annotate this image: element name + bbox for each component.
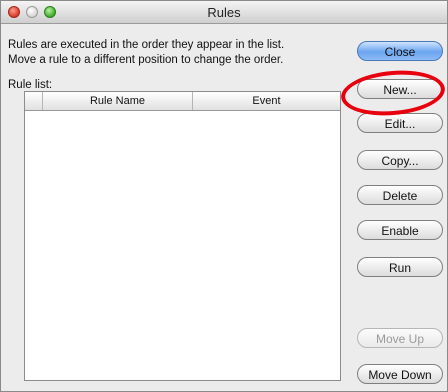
copy-button[interactable]: Copy... — [357, 150, 443, 170]
close-button[interactable]: Close — [357, 41, 443, 61]
delete-button[interactable]: Delete — [357, 185, 443, 205]
instructions-line-1: Rules are executed in the order they app… — [8, 39, 285, 51]
instructions-line-2: Move a rule to a different position to c… — [8, 54, 284, 66]
rules-window: Rules Rules are executed in the order th… — [0, 0, 448, 392]
enable-button[interactable]: Enable — [357, 220, 443, 240]
instructions-text: Rules are executed in the order they app… — [8, 38, 338, 68]
run-button[interactable]: Run — [357, 257, 443, 277]
rule-list-label: Rule list: — [8, 79, 53, 91]
column-header-enabled[interactable] — [25, 92, 43, 110]
column-header-rule-name[interactable]: Rule Name — [43, 92, 193, 110]
title-bar[interactable]: Rules — [1, 1, 447, 24]
column-header-event[interactable]: Event — [193, 92, 340, 110]
table-header: Rule Name Event — [25, 92, 340, 111]
move-up-button: Move Up — [357, 328, 443, 348]
rule-list-table[interactable]: Rule Name Event — [24, 91, 341, 381]
move-down-button[interactable]: Move Down — [357, 364, 443, 384]
edit-button[interactable]: Edit... — [357, 113, 443, 133]
highlight-circle-annotation — [339, 66, 447, 120]
window-title: Rules — [207, 5, 241, 20]
